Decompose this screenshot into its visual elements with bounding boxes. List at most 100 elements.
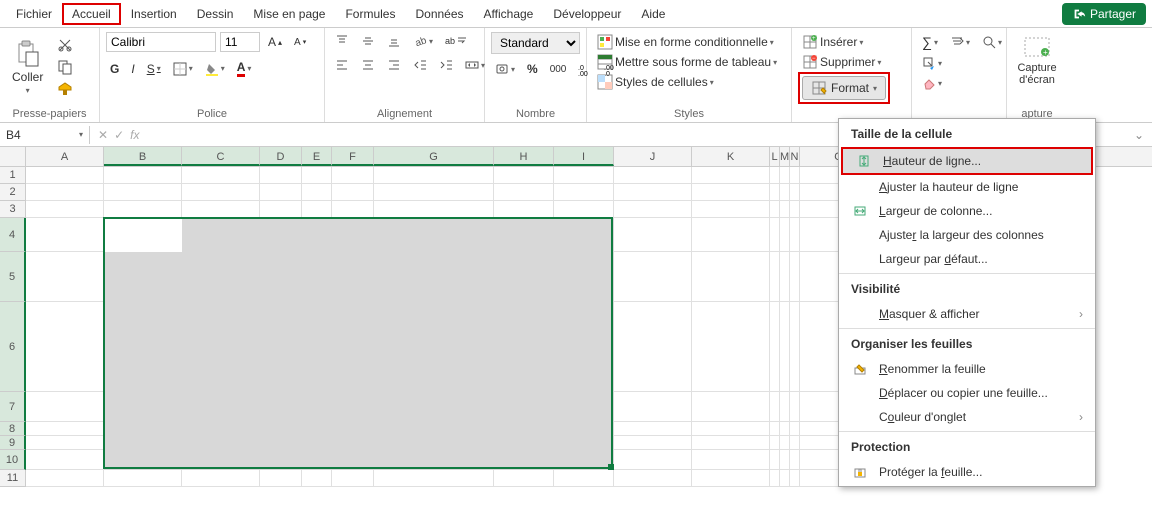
confirm-formula-icon[interactable]: ✓ [114,128,124,142]
cell[interactable] [614,392,692,422]
cell[interactable] [104,470,182,487]
copy-button[interactable] [53,57,77,77]
name-box[interactable]: B4 ▾ [0,126,90,144]
cell[interactable] [554,392,614,422]
cell[interactable] [692,436,770,450]
col-header-B[interactable]: B [104,147,182,166]
cell[interactable] [554,302,614,392]
cell[interactable] [614,450,692,470]
cell[interactable] [374,184,494,201]
cell[interactable] [554,436,614,450]
cell[interactable] [692,422,770,436]
cell[interactable] [302,422,332,436]
cell[interactable] [260,201,302,218]
cell[interactable] [614,436,692,450]
cell[interactable] [104,436,182,450]
row-header-9[interactable]: 9 [0,436,26,450]
cell[interactable] [374,450,494,470]
cell[interactable] [302,470,332,487]
cell[interactable] [494,167,554,184]
cell[interactable] [104,252,182,302]
cell[interactable] [332,184,374,201]
cell[interactable] [790,436,800,450]
cell[interactable] [790,252,800,302]
cell[interactable] [182,252,260,302]
menu-entry[interactable]: Couleur d'onglet› [839,405,1095,429]
cell-styles-button[interactable]: Styles de cellules▾ [593,72,785,92]
cell[interactable] [790,470,800,487]
cell[interactable] [692,252,770,302]
share-button[interactable]: Partager [1062,3,1146,25]
cell[interactable] [770,167,780,184]
align-bottom-button[interactable] [383,32,405,50]
cell[interactable] [554,184,614,201]
fill-button[interactable]: ▾ [918,54,946,72]
borders-button[interactable]: ▾ [169,60,197,78]
cell[interactable] [494,450,554,470]
cell[interactable] [104,218,182,252]
cell[interactable] [26,184,104,201]
cell[interactable] [260,450,302,470]
cell[interactable] [780,436,790,450]
comma-button[interactable]: 000 [546,62,571,77]
fill-color-button[interactable]: ▾ [201,60,229,78]
cell[interactable] [26,167,104,184]
col-header-L[interactable]: L [770,147,780,166]
cell[interactable] [692,184,770,201]
screen-capture-button[interactable]: + Capture d'écran [1013,32,1061,90]
cell[interactable] [332,422,374,436]
cell[interactable] [770,422,780,436]
cell[interactable] [554,167,614,184]
col-header-D[interactable]: D [260,147,302,166]
font-color-button[interactable]: A▾ [233,58,256,79]
cell[interactable] [790,167,800,184]
cell[interactable] [692,392,770,422]
delete-cells-button[interactable]: −Supprimer▾ [798,52,905,72]
cell[interactable] [260,422,302,436]
cell[interactable] [780,392,790,422]
cell[interactable] [790,450,800,470]
underline-button[interactable]: S ▾ [143,60,165,78]
cell[interactable] [780,201,790,218]
cell[interactable] [494,422,554,436]
cell[interactable] [770,218,780,252]
cell[interactable] [26,392,104,422]
cell[interactable] [260,218,302,252]
row-header-3[interactable]: 3 [0,201,26,218]
cell[interactable] [554,450,614,470]
cell[interactable] [692,450,770,470]
sort-filter-button[interactable]: ▾ [946,33,974,51]
cell[interactable] [692,201,770,218]
cell[interactable] [332,470,374,487]
cell[interactable] [104,167,182,184]
cell[interactable] [260,436,302,450]
cell[interactable] [332,450,374,470]
cell[interactable] [790,218,800,252]
menu-entry[interactable]: Déplacer ou copier une feuille... [839,381,1095,405]
cell[interactable] [494,470,554,487]
cell[interactable] [182,218,260,252]
cell[interactable] [770,436,780,450]
col-header-F[interactable]: F [332,147,374,166]
cell[interactable] [614,167,692,184]
cell[interactable] [780,167,790,184]
cell[interactable] [26,302,104,392]
paste-button[interactable]: Coller ▾ [6,36,49,99]
cell[interactable] [614,422,692,436]
col-header-M[interactable]: M [780,147,790,166]
cell[interactable] [554,470,614,487]
clear-button[interactable]: ▾ [918,74,946,92]
col-header-G[interactable]: G [374,147,494,166]
cell[interactable] [26,252,104,302]
row-header-4[interactable]: 4 [0,218,26,252]
cell[interactable] [104,302,182,392]
cell[interactable] [26,470,104,487]
menu-entry[interactable]: Ajuster la largeur des colonnes [839,223,1095,247]
cell[interactable] [332,252,374,302]
cell[interactable] [302,450,332,470]
cell[interactable] [554,422,614,436]
cell[interactable] [374,470,494,487]
cell[interactable] [770,302,780,392]
cell[interactable] [302,392,332,422]
menu-fichier[interactable]: Fichier [6,3,62,25]
